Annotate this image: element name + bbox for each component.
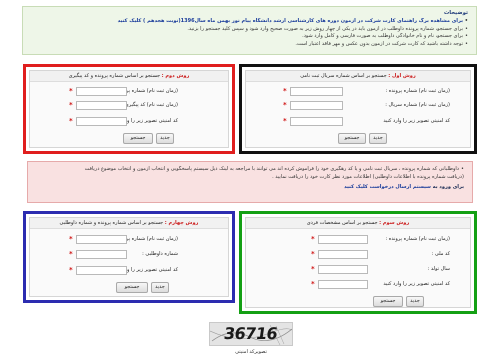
file-number-label: (زمان ثبت نام) شماره پرونده : xyxy=(385,88,450,94)
captcha-input[interactable] xyxy=(76,117,127,126)
required-marker: * xyxy=(69,87,73,95)
required-marker: * xyxy=(69,235,73,243)
notice-item: برای جستجو، شماره پرونده داوطلب در آزمون… xyxy=(31,26,468,34)
panel-3-title: جستجو بر اساس مشخصات فردی xyxy=(306,220,378,226)
tracking-code-input[interactable] xyxy=(76,101,127,110)
panel-1-tag: روش اول : xyxy=(388,73,416,79)
request-system-prefix: برای ورود به xyxy=(432,183,464,190)
captcha-input[interactable] xyxy=(76,266,127,275)
required-marker: * xyxy=(283,101,287,109)
birth-year-input[interactable] xyxy=(318,265,368,274)
required-marker: * xyxy=(69,101,73,109)
notice-guide-link[interactable]: برای مشاهده برگ راهنمای کارت شرکت در آزم… xyxy=(31,18,468,26)
new-button[interactable]: جدید xyxy=(151,282,169,293)
required-marker: * xyxy=(311,280,315,288)
panel-method-3: روش سوم : جستجو بر اساس مشخصات فردی (زما… xyxy=(239,211,477,314)
required-marker: * xyxy=(69,250,73,258)
panel-2-header: روش دوم : جستجو بر اساس شماره پرونده و ک… xyxy=(30,71,228,82)
required-marker: * xyxy=(69,266,73,274)
file-number-input[interactable] xyxy=(318,235,368,244)
tracking-code-label: (زمان ثبت نام) کد پیگیری : xyxy=(121,102,179,108)
required-marker: * xyxy=(311,265,315,273)
file-number-input[interactable] xyxy=(290,87,343,96)
panel-4-header: روش چهارم : جستجو بر اساس شماره پرونده و… xyxy=(30,218,228,229)
warning-item: داوطلبانی که شماره پرونده ، سریال ثبت نا… xyxy=(36,166,464,174)
serial-number-label: (زمان ثبت نام) شماره سریال : xyxy=(385,102,450,108)
required-marker: * xyxy=(283,87,287,95)
captcha-label: کد امنیتی تصویر زیر را وارد کنید xyxy=(383,118,450,124)
file-number-label: (زمان ثبت نام) شماره پرونده : xyxy=(385,236,450,242)
required-marker: * xyxy=(283,117,287,125)
notice-item: برای جستجو، نام و نام خانوادگی داوطلب به… xyxy=(31,33,468,41)
candidate-number-input[interactable] xyxy=(76,250,127,259)
panel-3-tag: روش سوم : xyxy=(379,220,410,226)
panel-4-tag: روش چهارم : xyxy=(164,220,199,226)
warning-list: داوطلبانی که شماره پرونده ، سریال ثبت نا… xyxy=(36,166,464,174)
file-number-input[interactable] xyxy=(76,235,127,244)
search-button[interactable]: جستجو xyxy=(123,133,153,144)
national-id-input[interactable] xyxy=(318,250,368,259)
notice-item: توجه داشته باشید که کارت شرکت در آزمون ب… xyxy=(31,41,468,49)
warning-box: داوطلبانی که شماره پرونده ، سریال ثبت نا… xyxy=(27,161,473,203)
search-button[interactable]: جستجو xyxy=(116,282,148,293)
captcha-label: کد امنیتی تصویر زیر را وارد کنید xyxy=(383,281,450,287)
captcha-code: 36716 xyxy=(222,324,279,343)
new-button[interactable]: جدید xyxy=(156,133,174,144)
notice-box: توضیحات برای مشاهده برگ راهنمای کارت شرک… xyxy=(22,6,477,55)
panel-2-tag: روش دوم : xyxy=(161,73,190,79)
request-system-line: برای ورود به سیستم ارسال درخواست کلیک کن… xyxy=(36,184,464,192)
new-button[interactable]: جدید xyxy=(406,296,424,307)
national-id-label: کد ملی : xyxy=(431,251,450,257)
captcha-input[interactable] xyxy=(318,280,368,289)
file-number-input[interactable] xyxy=(76,87,127,96)
captcha-image: 36716 xyxy=(209,322,293,346)
panel-1-title: جستجو بر اساس شماره سریال ثبت نامی xyxy=(300,73,387,79)
captcha-input[interactable] xyxy=(290,117,343,126)
panel-method-4: روش چهارم : جستجو بر اساس شماره پرونده و… xyxy=(23,211,235,303)
required-marker: * xyxy=(69,117,73,125)
panel-1-header: روش اول : جستجو بر اساس شماره سریال ثبت … xyxy=(246,71,470,82)
notice-list: برای مشاهده برگ راهنمای کارت شرکت در آزم… xyxy=(31,18,468,49)
new-button[interactable]: جدید xyxy=(369,133,387,144)
notice-title: توضیحات xyxy=(443,10,468,16)
panel-3-header: روش سوم : جستجو بر اساس مشخصات فردی xyxy=(246,218,470,229)
request-system-link[interactable]: سیستم ارسال درخواست کلیک کنید xyxy=(344,184,431,190)
birth-year-label: سال تولد : xyxy=(427,266,450,272)
candidate-number-label: شماره داوطلبی : xyxy=(142,251,178,257)
required-marker: * xyxy=(311,235,315,243)
captcha-caption: تصویرکد امنیتی xyxy=(235,349,267,355)
panel-4-title: جستجو بر اساس شماره پرونده و شماره داوطل… xyxy=(59,220,164,226)
required-marker: * xyxy=(311,250,315,258)
panel-method-2: روش دوم : جستجو بر اساس شماره پرونده و ک… xyxy=(23,64,235,154)
warning-item: (دریافت شماره پرونده با اطلاعات داوطلبی)… xyxy=(272,173,464,180)
serial-number-input[interactable] xyxy=(290,101,343,110)
panel-method-1: روش اول : جستجو بر اساس شماره سریال ثبت … xyxy=(239,64,477,154)
search-button[interactable]: جستجو xyxy=(338,133,366,144)
panel-2-title: جستجو بر اساس شماره پرونده و کد پیگیری xyxy=(68,73,161,79)
search-button[interactable]: جستجو xyxy=(373,296,403,307)
